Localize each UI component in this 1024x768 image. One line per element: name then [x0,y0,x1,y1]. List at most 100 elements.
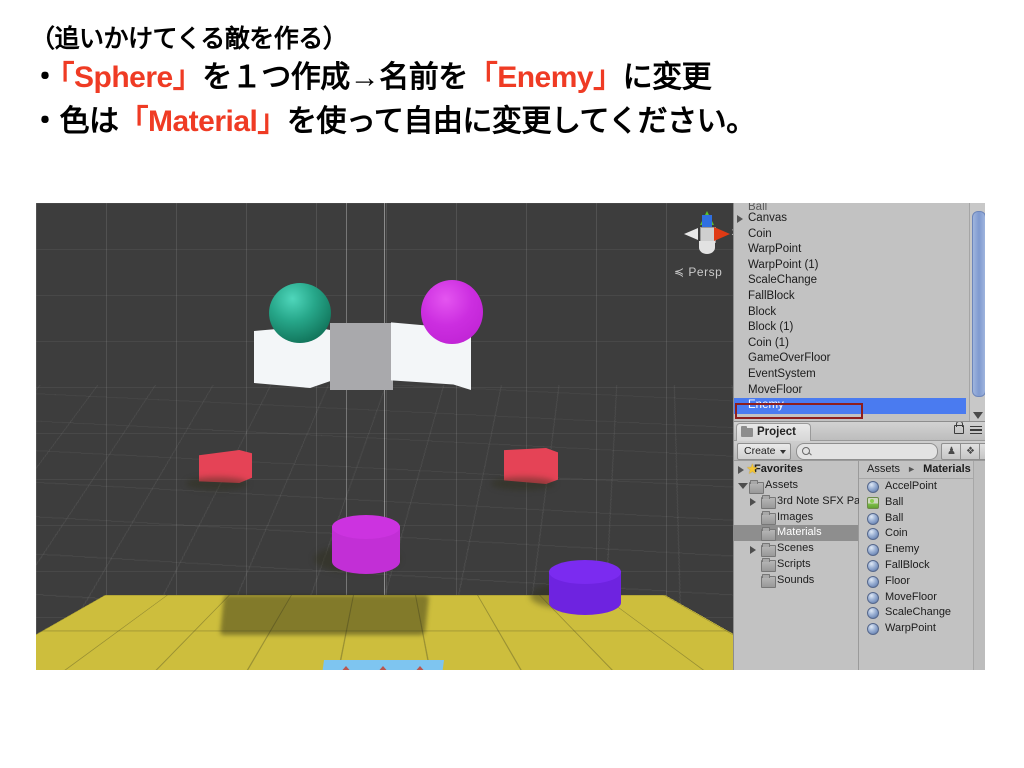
heading-segment-0: ・ [30,61,60,94]
folder-icon [761,574,776,589]
projection-mode-label[interactable]: ≼ Persp [674,265,722,279]
asset-item-scalechange-8[interactable]: ScaleChange [859,605,985,621]
folder-item-scenes[interactable]: Scenes [734,541,858,557]
heading-segment-3: 「Enemy」 [467,61,623,94]
project-tree-column[interactable]: ★ Favorites Assets 3rd Note SFX Pa Images M… [734,461,860,670]
hierarchy-item-scalechange[interactable]: ScaleChange [734,273,966,289]
folder-icon [761,542,776,557]
filter-favorites-icon[interactable]: ★ [979,443,985,460]
asset-folder-tree[interactable]: Assets 3rd Note SFX Pa Images Materials Scen… [734,478,860,589]
folder-item-3rd-note-sfx-pa[interactable]: 3rd Note SFX Pa [734,494,860,510]
asset-item-ball-2[interactable]: Ball [859,511,985,527]
gray-block-center [330,323,393,390]
star-icon: ★ [747,462,758,476]
asset-item-coin-3[interactable]: Coin [859,526,985,542]
filter-by-label-icon[interactable]: ❖ [960,443,981,460]
folder-item-images[interactable]: Images [734,510,858,526]
hierarchy-item-ball[interactable]: Ball [734,203,966,211]
chevron-down-icon [779,450,786,454]
hierarchy-item-warppoint-1[interactable]: WarpPoint (1) [734,258,966,274]
hierarchy-item-label: Block (1) [748,321,794,334]
folder-icon [761,495,776,510]
asset-item-label: AccelPoint [885,480,937,492]
lock-icon[interactable] [954,422,964,434]
material-sphere-icon [867,607,879,620]
folder-icon [741,426,753,437]
asset-item-accelpoint-0[interactable]: AccelPoint [859,479,985,495]
breadcrumb-root[interactable]: Assets [867,463,900,475]
hierarchy-panel[interactable]: Ball Canvas Coin WarpPoint WarpPoint (1) Scal… [733,203,985,421]
scene-view-gizmo[interactable]: x [684,211,733,261]
asset-item-enemy-4[interactable]: Enemy [859,542,985,558]
asset-item-floor-6[interactable]: Floor [859,574,985,590]
scene-view[interactable]: x ≼ Persp [36,203,733,670]
hierarchy-item-label: GameOverFloor [748,352,831,365]
red-cube-right-shadow [491,477,555,490]
hierarchy-item-fallblock[interactable]: FallBlock [734,289,966,305]
favorites-row[interactable]: ★ Favorites [734,461,858,478]
asset-list[interactable]: AccelPoint Ball Ball Coin Enemy FallBlock Floo… [859,479,985,637]
search-icon [802,447,810,455]
search-input[interactable] [813,445,929,460]
hierarchy-item-gameoverfloor[interactable]: GameOverFloor [734,351,966,367]
hierarchy-list[interactable]: Ball Canvas Coin WarpPoint WarpPoint (1) Scal… [734,203,966,421]
project-panel[interactable]: Project Create ♟ ❖ ★ Favorites Assets 3r… [733,421,985,670]
heading-line-2: ・「Sphere」を１つ作成→名前を「Enemy」に変更 [30,56,990,100]
folder-item-sounds[interactable]: Sounds [734,573,858,589]
magenta-sphere [421,280,483,344]
heading-line-1: （追いかけてくる敵を作る） [30,25,348,53]
heading-segment-2: を１つ作成→名前を [202,61,468,94]
hierarchy-item-coin[interactable]: Coin [734,227,966,243]
folder-item-label: Scenes [777,542,814,555]
purple-cylinder-top [549,560,621,584]
mesh-model-icon [867,496,879,509]
breadcrumb[interactable]: Assets ► Materials [859,461,985,479]
project-tab-bar: Project [734,422,985,441]
hierarchy-item-movefloor[interactable]: MoveFloor [734,383,966,399]
chevron-right-icon[interactable] [737,215,743,223]
asset-item-ball-1[interactable]: Ball [859,495,985,511]
hierarchy-item-canvas[interactable]: Canvas [734,211,966,227]
create-button[interactable]: Create [737,443,791,460]
hierarchy-item-eventsystem[interactable]: EventSystem [734,367,966,383]
asset-item-movefloor-7[interactable]: MoveFloor [859,590,985,606]
hierarchy-scrollbar-thumb[interactable] [972,211,985,397]
chevron-right-icon[interactable] [738,466,744,474]
project-search-field[interactable] [796,443,938,460]
tab-project[interactable]: Project [736,423,811,441]
folder-item-label: Images [777,510,814,523]
unity-editor-screenshot: x ≼ Persp BallCanvasCoinWarpPointWarpPoi… [36,203,985,670]
project-body: ★ Favorites Assets 3rd Note SFX Pa Images M… [734,461,985,670]
tab-project-label: Project [757,426,796,438]
filter-by-type-icon[interactable]: ♟ [941,443,962,460]
hierarchy-item-block-1[interactable]: Block (1) [734,320,966,336]
asset-list-scrollbar[interactable] [973,461,985,670]
chevron-down-icon[interactable] [738,482,748,489]
material-sphere-icon [867,528,879,541]
teal-sphere [269,283,331,343]
asset-item-fallblock-5[interactable]: FallBlock [859,558,985,574]
folder-icon [761,558,776,573]
hierarchy-item-block[interactable]: Block [734,305,966,321]
project-asset-column[interactable]: Assets ► Materials AccelPoint Ball Ball Coi… [859,461,985,670]
material-sphere-icon [867,623,879,636]
hierarchy-item-label: MoveFloor [748,383,803,396]
hierarchy-item-warppoint[interactable]: WarpPoint [734,242,966,258]
hierarchy-item-coin-1[interactable]: Coin (1) [734,336,966,352]
folder-item-materials[interactable]: Materials [734,525,858,542]
panel-menu-icon[interactable] [970,426,982,435]
chevron-right-icon[interactable] [750,545,756,554]
folder-item-label: Materials [777,526,822,539]
folder-item-label: Sounds [777,573,815,586]
folder-item-scripts[interactable]: Scripts [734,557,858,573]
chevron-right-icon[interactable] [750,498,756,507]
hierarchy-item-label: Coin (1) [748,336,789,349]
hierarchy-scrollbar[interactable] [969,203,985,421]
accel-point-pad [319,660,444,670]
hierarchy-scroll-down-icon[interactable] [973,412,983,419]
asset-item-warppoint-9[interactable]: WarpPoint [859,621,985,637]
heading-segment-1: 「Material」 [118,105,288,138]
heading-segment-2: を使って自由に変更してください。 [286,105,756,138]
folder-item-assets[interactable]: Assets [734,478,858,494]
gizmo-y-negative-axis [699,241,715,254]
